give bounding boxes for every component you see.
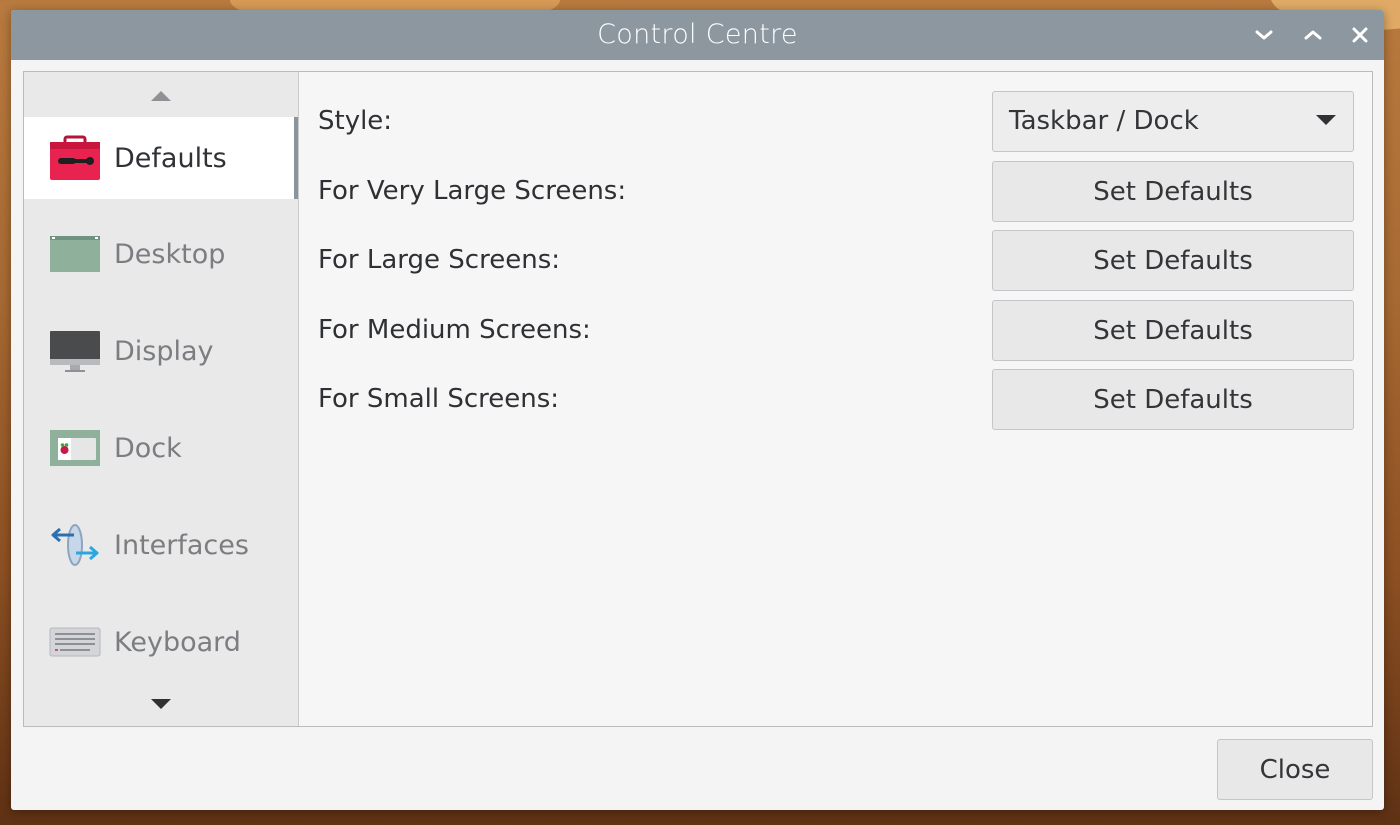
sidebar-item-dock[interactable]: Dock [24,407,294,489]
very-large-screens-label: For Very Large Screens: [318,176,627,206]
content-frame: Defaults Desktop Display Dock Interfaces… [23,71,1373,727]
sidebar-item-label: Interfaces [114,529,249,561]
sidebar-item-label: Defaults [114,142,227,174]
chevron-up-icon [1304,30,1322,40]
defaults-panel: Style: Taskbar / Dock For Very Large Scr… [300,72,1372,726]
interfaces-icon [51,524,99,566]
desktop-icon [50,236,100,272]
close-window-button[interactable] [1347,22,1373,48]
sidebar-item-keyboard[interactable]: Keyboard [24,601,294,683]
set-defaults-large-button[interactable]: Set Defaults [992,230,1354,291]
dropdown-caret-icon [1316,115,1336,125]
chevron-down-icon [1255,30,1273,40]
triangle-up-icon [151,91,171,101]
sidebar-scroll-down-button[interactable] [24,686,298,722]
style-dropdown-value: Taskbar / Dock [1009,106,1199,136]
set-defaults-small-button[interactable]: Set Defaults [992,369,1354,430]
sidebar: Defaults Desktop Display Dock Interfaces… [24,72,299,726]
selection-indicator [294,117,298,199]
minimize-button[interactable] [1251,22,1277,48]
sidebar-item-label: Display [114,335,214,367]
sidebar-item-desktop[interactable]: Desktop [24,213,294,295]
sidebar-item-defaults[interactable]: Defaults [24,117,294,199]
style-label: Style: [318,106,393,136]
sidebar-item-label: Dock [114,432,182,464]
toolbox-icon [50,135,100,180]
large-screens-label: For Large Screens: [318,245,560,275]
set-defaults-medium-button[interactable]: Set Defaults [992,300,1354,361]
maximize-button[interactable] [1300,22,1326,48]
small-screens-label: For Small Screens: [318,384,560,414]
sidebar-item-label: Keyboard [114,626,241,658]
style-dropdown[interactable]: Taskbar / Dock [992,91,1354,152]
dock-icon [50,430,100,466]
window-title: Control Centre [597,19,798,50]
close-icon [1352,27,1368,43]
sidebar-item-label: Desktop [114,238,226,270]
sidebar-item-interfaces[interactable]: Interfaces [24,504,294,586]
titlebar[interactable]: Control Centre [11,10,1384,60]
monitor-icon [50,331,100,372]
set-defaults-very-large-button[interactable]: Set Defaults [992,161,1354,222]
sidebar-scroll-up-button[interactable] [24,78,298,114]
control-centre-window: Control Centre Defaults Desktop Display … [11,10,1384,810]
triangle-down-icon [151,699,171,709]
sidebar-item-display[interactable]: Display [24,310,294,392]
medium-screens-label: For Medium Screens: [318,315,591,345]
keyboard-icon [49,627,101,657]
close-button[interactable]: Close [1217,739,1373,800]
